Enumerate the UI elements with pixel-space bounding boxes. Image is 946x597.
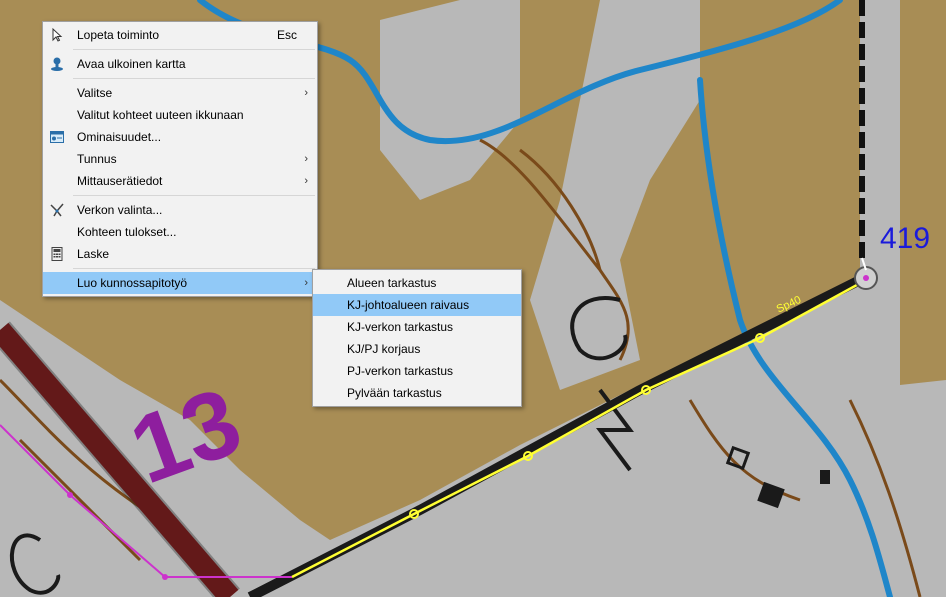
menu-item-label: Verkon valinta... <box>77 203 163 217</box>
submenu-item-kj-pj-repair[interactable]: KJ/PJ korjaus <box>313 338 521 360</box>
menu-item-network-selection[interactable]: Verkon valinta... <box>43 199 317 221</box>
menu-item-label: Valitse <box>77 86 113 100</box>
menu-separator <box>73 268 315 269</box>
menu-item-label: Mittauserätiedot <box>77 174 163 188</box>
submenu-item-area-inspection[interactable]: Alueen tarkastus <box>313 272 521 294</box>
menu-item-identifier[interactable]: Tunnus › <box>43 148 317 170</box>
menu-separator <box>73 78 315 79</box>
properties-icon <box>50 131 64 143</box>
menu-item-feature-results[interactable]: Kohteen tulokset... <box>43 221 317 243</box>
chevron-right-icon: › <box>304 277 308 289</box>
menu-item-label: Lopeta toiminto <box>77 28 160 42</box>
selection-vertex <box>162 574 168 580</box>
menu-item-label: KJ-verkon tarkastus <box>347 320 454 334</box>
menu-item-properties[interactable]: Ominaisuudet... <box>43 126 317 148</box>
menu-item-label: Tunnus <box>77 152 117 166</box>
menu-item-label: Avaa ulkoinen kartta <box>77 57 186 71</box>
menu-item-select[interactable]: Valitse › <box>43 82 317 104</box>
menu-item-label: Luo kunnossapitotyö <box>77 276 188 290</box>
menu-item-label: KJ-johtoalueen raivaus <box>347 298 470 312</box>
menu-item-label: Alueen tarkastus <box>347 276 437 290</box>
open-land-area-right <box>900 0 946 385</box>
menu-separator <box>73 49 315 50</box>
menu-item-label: KJ/PJ korjaus <box>347 342 421 356</box>
maintenance-task-submenu: Alueen tarkastus KJ-johtoalueen raivaus … <box>312 269 522 407</box>
menu-item-label: Laske <box>77 247 110 261</box>
submenu-item-kj-corridor-clearing[interactable]: KJ-johtoalueen raivaus <box>313 294 521 316</box>
menu-item-label: Ominaisuudet... <box>77 130 162 144</box>
calculator-icon <box>51 247 63 261</box>
submenu-item-kj-network-inspection[interactable]: KJ-verkon tarkastus <box>313 316 521 338</box>
network-icon <box>50 203 64 217</box>
chevron-right-icon: › <box>304 87 308 99</box>
menu-item-selected-to-new-window[interactable]: Valitut kohteet uuteen ikkunaan <box>43 104 317 126</box>
menu-item-label: Valitut kohteet uuteen ikkunaan <box>77 108 244 122</box>
menu-item-create-maintenance-task[interactable]: Luo kunnossapitotyö › <box>43 272 317 294</box>
menu-item-measurement-batch[interactable]: Mittauserätiedot › <box>43 170 317 192</box>
menu-item-calculate[interactable]: Laske <box>43 243 317 265</box>
menu-item-shortcut: Esc <box>276 28 297 42</box>
menu-item-stop-action[interactable]: Lopeta toiminto Esc <box>43 24 317 46</box>
submenu-item-pj-network-inspection[interactable]: PJ-verkon tarkastus <box>313 360 521 382</box>
cursor-icon <box>52 27 63 42</box>
selection-vertex <box>67 492 73 498</box>
menu-item-open-external-map[interactable]: Avaa ulkoinen kartta <box>43 53 317 75</box>
menu-item-label: Kohteen tulokset... <box>77 225 177 239</box>
pole-label: 419 <box>880 222 930 255</box>
chevron-right-icon: › <box>304 175 308 187</box>
submenu-item-pole-inspection[interactable]: Pylvään tarkastus <box>313 382 521 404</box>
pin-icon <box>51 57 63 71</box>
menu-item-label: Pylvään tarkastus <box>347 386 442 400</box>
context-menu: Lopeta toiminto Esc Avaa ulkoinen kartta… <box>42 21 318 297</box>
menu-item-label: PJ-verkon tarkastus <box>347 364 454 378</box>
menu-separator <box>73 195 315 196</box>
chevron-right-icon: › <box>304 153 308 165</box>
